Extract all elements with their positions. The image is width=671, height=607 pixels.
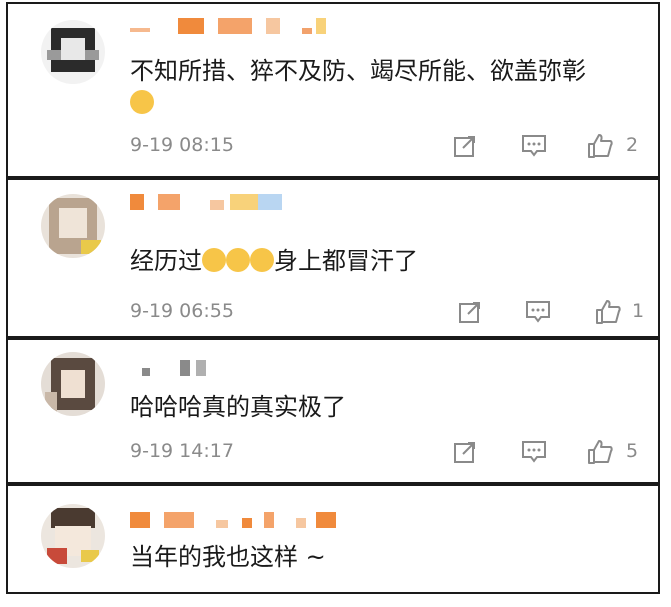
like-count: 1: [632, 300, 645, 322]
username-blurred[interactable]: [130, 512, 340, 528]
username-blurred[interactable]: [130, 194, 290, 210]
like-count: 2: [626, 134, 639, 156]
comment-text: 经历过 身上都冒汗了: [130, 247, 418, 275]
thumbs-up-icon[interactable]: [586, 132, 614, 160]
avatar[interactable]: [41, 504, 105, 568]
comment-emoji-line: [130, 88, 154, 118]
comment-text: 当年的我也这样 ~: [130, 543, 326, 571]
timestamp: 9-19 08:15: [130, 134, 234, 156]
laughing-face-icon: [130, 90, 154, 114]
comment-text: 不知所措、猝不及防、竭尽所能、欲盖弥彰: [130, 57, 586, 85]
comment-card: 哈哈哈真的真实极了 9-19 14:17 5: [6, 338, 660, 484]
share-icon[interactable]: [451, 132, 479, 160]
comment-card: 当年的我也这样 ~: [6, 484, 660, 594]
share-icon[interactable]: [451, 438, 479, 466]
comment-text: 哈哈哈真的真实极了: [130, 393, 346, 421]
username-blurred[interactable]: [130, 360, 210, 376]
comment-icon[interactable]: [524, 298, 552, 326]
timestamp: 9-19 06:55: [130, 300, 234, 322]
smiling-face-icon: [202, 248, 226, 272]
thumbs-up-icon[interactable]: [586, 438, 614, 466]
comment-icon[interactable]: [520, 438, 548, 466]
timestamp: 9-19 14:17: [130, 440, 234, 462]
avatar[interactable]: [41, 20, 105, 84]
screaming-face-icon: [250, 248, 274, 272]
like-count: 5: [626, 440, 639, 462]
comment-card: 经历过 身上都冒汗了 9-19 06:55 1: [6, 178, 660, 338]
comment-icon[interactable]: [520, 132, 548, 160]
avatar[interactable]: [41, 352, 105, 416]
screaming-face-icon: [226, 248, 250, 272]
username-blurred[interactable]: [130, 18, 330, 34]
share-icon[interactable]: [456, 298, 484, 326]
thumbs-up-icon[interactable]: [594, 298, 622, 326]
comment-card: 不知所措、猝不及防、竭尽所能、欲盖弥彰 9-19 08:15 2: [6, 2, 660, 178]
avatar[interactable]: [41, 194, 105, 258]
